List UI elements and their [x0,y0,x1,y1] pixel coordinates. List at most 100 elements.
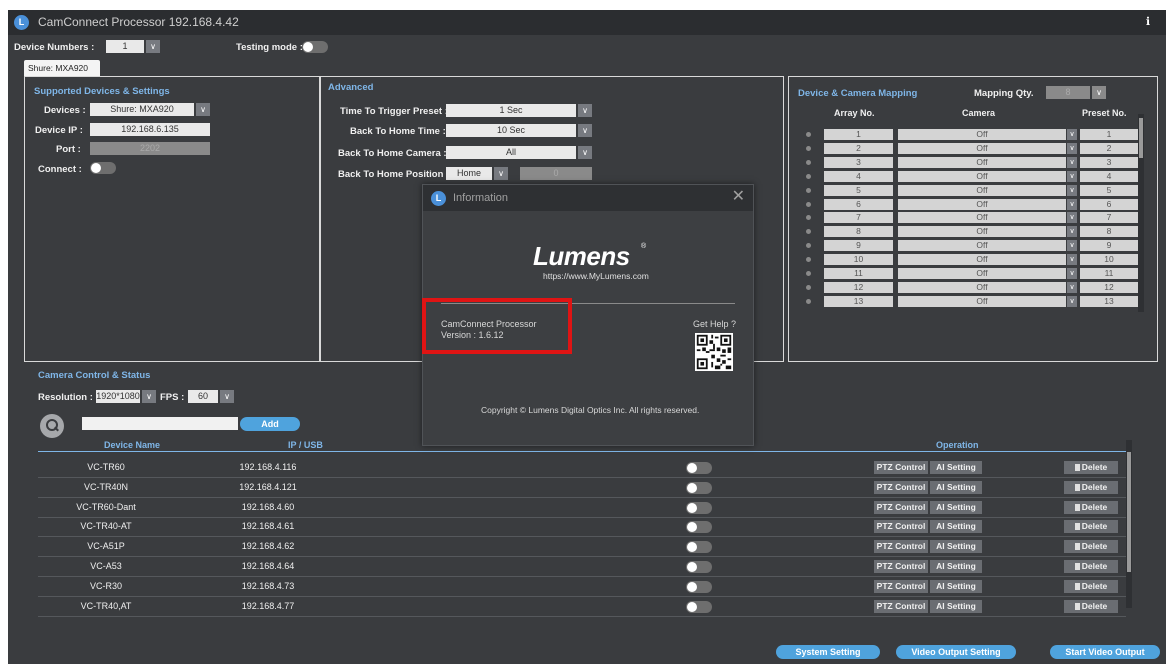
devices-select[interactable]: Shure: MXA920 [90,103,194,116]
device-ip-input[interactable]: 192.168.6.135 [90,123,210,136]
chevron-down-icon[interactable]: ∨ [1067,212,1077,224]
ai-setting-button[interactable]: AI Setting [930,500,982,514]
home-camera-select[interactable]: All [446,146,576,159]
chevron-down-icon[interactable]: ∨ [196,103,210,116]
chevron-down-icon[interactable]: ∨ [142,390,156,403]
camera-select[interactable]: Off [898,254,1066,266]
camera-select[interactable]: Off [898,170,1066,182]
chevron-down-icon[interactable]: ∨ [1092,86,1106,99]
lumens-url-link[interactable]: https://www.MyLumens.com [543,271,649,281]
chevron-down-icon[interactable]: ∨ [1067,268,1077,279]
delete-button[interactable]: Delete [1064,579,1118,593]
preset-no-input[interactable]: 8 [1080,226,1138,238]
mapping-scroll-thumb[interactable] [1139,118,1143,158]
search-input[interactable] [82,417,238,430]
mapping-qty-select[interactable]: 8 [1046,86,1090,99]
mapping-scrollbar[interactable] [1138,114,1144,312]
trigger-preset-select[interactable]: 1 Sec [446,104,576,117]
ai-setting-button[interactable]: AI Setting [930,579,982,593]
delete-button[interactable]: Delete [1064,540,1118,554]
camera-select[interactable]: Off [898,156,1066,168]
preset-no-input[interactable]: 1 [1080,129,1138,140]
device-toggle[interactable] [686,462,712,474]
delete-button[interactable]: Delete [1064,461,1118,474]
chevron-down-icon[interactable]: ∨ [1067,142,1077,154]
chevron-down-icon[interactable]: ∨ [1067,170,1077,182]
chevron-down-icon[interactable]: ∨ [1067,295,1077,307]
resolution-select[interactable]: 1920*1080 [96,390,140,403]
camera-select[interactable]: Off [898,295,1066,307]
testing-mode-toggle[interactable] [302,41,328,53]
device-toggle[interactable] [686,561,712,573]
ai-setting-button[interactable]: AI Setting [930,560,982,573]
preset-no-input[interactable]: 2 [1080,142,1138,154]
preset-no-input[interactable]: 10 [1080,254,1138,266]
preset-no-input[interactable]: 6 [1080,198,1138,210]
chevron-down-icon[interactable]: ∨ [146,40,160,53]
preset-no-input[interactable]: 3 [1080,156,1138,168]
camera-select[interactable]: Off [898,129,1066,140]
device-scroll-thumb[interactable] [1127,452,1131,572]
chevron-down-icon[interactable]: ∨ [220,390,234,403]
delete-button[interactable]: Delete [1064,599,1118,613]
camera-select[interactable]: Off [898,212,1066,224]
ptz-control-button[interactable]: PTZ Control [874,599,928,613]
qr-code-icon[interactable] [695,333,733,371]
camera-select[interactable]: Off [898,268,1066,279]
device-toggle[interactable] [686,600,712,613]
chevron-down-icon[interactable]: ∨ [1067,129,1077,140]
preset-no-input[interactable]: 12 [1080,281,1138,293]
camera-select[interactable]: Off [898,281,1066,293]
device-toggle[interactable] [686,580,712,593]
chevron-down-icon[interactable]: ∨ [1067,281,1077,293]
chevron-down-icon[interactable]: ∨ [578,124,592,137]
ptz-control-button[interactable]: PTZ Control [874,520,928,534]
device-toggle[interactable] [686,501,712,514]
ptz-control-button[interactable]: PTZ Control [874,540,928,554]
tab-shure-mxa920[interactable]: Shure: MXA920 [24,60,100,76]
chevron-down-icon[interactable]: ∨ [578,146,592,159]
chevron-down-icon[interactable]: ∨ [1067,226,1077,238]
video-output-setting-button[interactable]: Video Output Setting [896,645,1016,659]
device-numbers-select[interactable]: 1 [106,40,144,53]
chevron-down-icon[interactable]: ∨ [578,104,592,117]
preset-no-input[interactable]: 11 [1080,268,1138,279]
chevron-down-icon[interactable]: ∨ [1067,198,1077,210]
ptz-control-button[interactable]: PTZ Control [874,500,928,514]
preset-no-input[interactable]: 9 [1080,240,1138,252]
get-help-link[interactable]: Get Help ? [693,319,736,329]
camera-select[interactable]: Off [898,198,1066,210]
chevron-down-icon[interactable]: ∨ [1067,156,1077,168]
device-toggle[interactable] [686,521,712,534]
preset-no-input[interactable]: 13 [1080,295,1138,307]
search-icon[interactable] [40,414,64,438]
chevron-down-icon[interactable]: ∨ [1067,240,1077,252]
preset-no-input[interactable]: 4 [1080,170,1138,182]
home-time-select[interactable]: 10 Sec [446,124,576,137]
system-setting-button[interactable]: System Setting [776,645,880,659]
camera-select[interactable]: Off [898,240,1066,252]
ai-setting-button[interactable]: AI Setting [930,461,982,474]
delete-button[interactable]: Delete [1064,480,1118,494]
close-icon[interactable]: ✕ [732,189,745,205]
device-toggle[interactable] [686,541,712,554]
add-button[interactable]: Add [240,417,300,431]
chevron-down-icon[interactable]: ∨ [1067,184,1077,196]
delete-button[interactable]: Delete [1064,560,1118,573]
preset-no-input[interactable]: 7 [1080,212,1138,224]
ai-setting-button[interactable]: AI Setting [930,599,982,613]
camera-select[interactable]: Off [898,142,1066,154]
ai-setting-button[interactable]: AI Setting [930,480,982,494]
info-icon[interactable]: ℹ [1146,15,1150,28]
device-toggle[interactable] [686,481,712,494]
camera-select[interactable]: Off [898,184,1066,196]
delete-button[interactable]: Delete [1064,500,1118,514]
preset-no-input[interactable]: 5 [1080,184,1138,196]
ptz-control-button[interactable]: PTZ Control [874,461,928,474]
home-position-select[interactable]: Home [446,167,492,180]
ptz-control-button[interactable]: PTZ Control [874,480,928,494]
start-video-output-button[interactable]: Start Video Output [1050,645,1160,659]
chevron-down-icon[interactable]: ∨ [1067,254,1077,266]
ptz-control-button[interactable]: PTZ Control [874,560,928,573]
ai-setting-button[interactable]: AI Setting [930,520,982,534]
